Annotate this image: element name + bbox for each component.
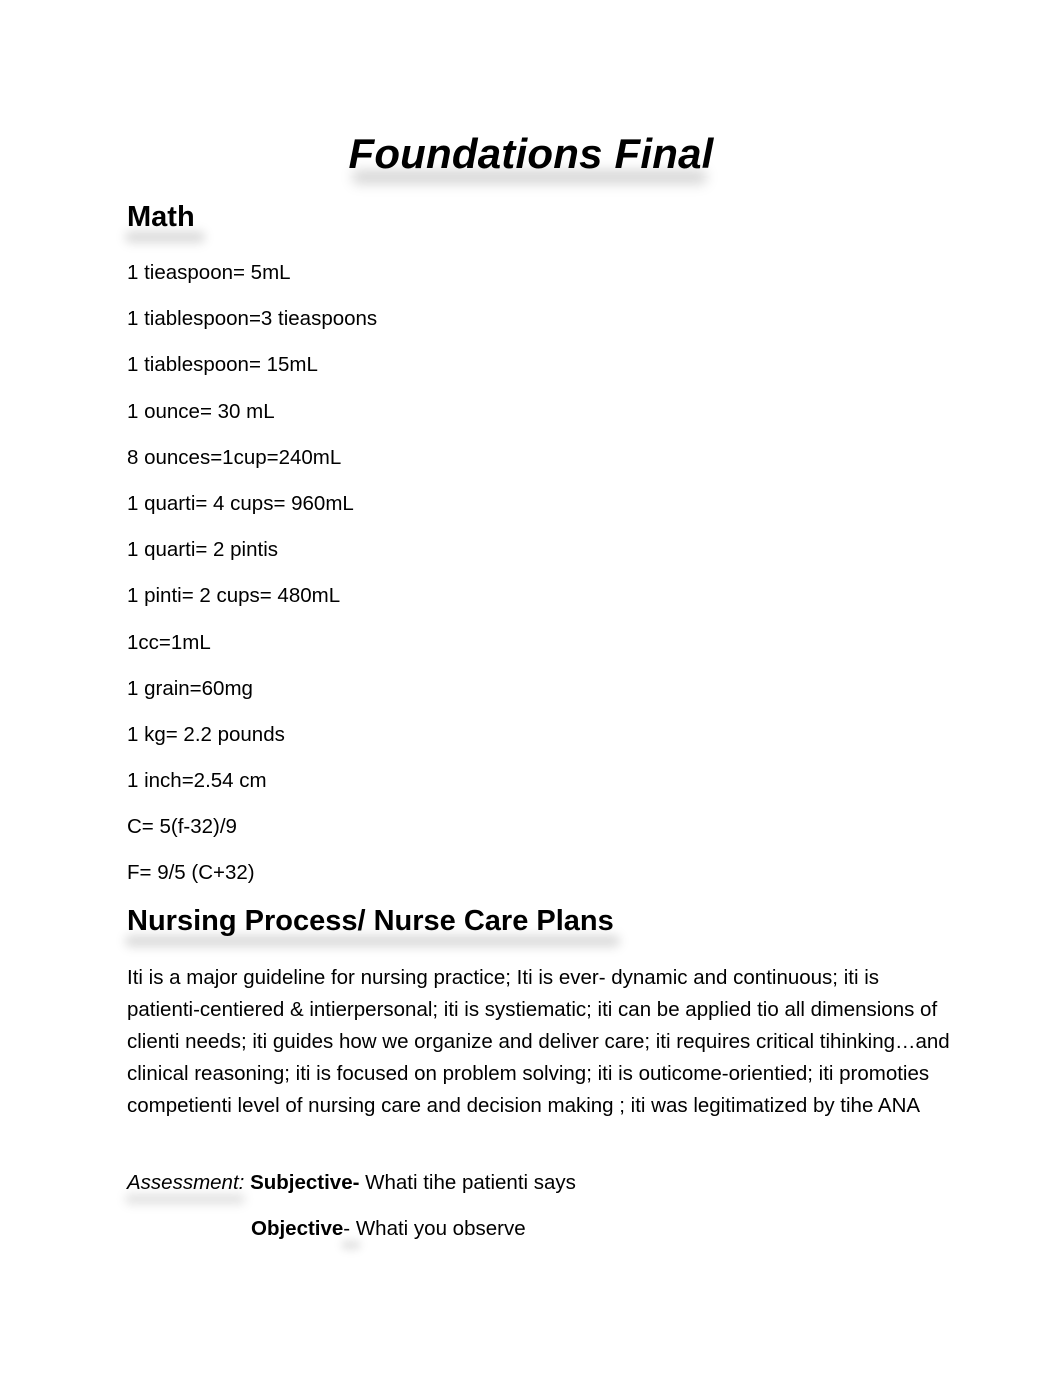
list-item: C= 5(f-32)/9 bbox=[127, 815, 237, 839]
subjective-text: Whati tihe patienti says bbox=[359, 1171, 576, 1194]
assessment-label: Assessment: bbox=[127, 1171, 245, 1194]
math-heading: Math bbox=[125, 199, 205, 243]
subjective-label: Subjective- bbox=[250, 1171, 360, 1194]
document-title: Foundations Final bbox=[0, 126, 1062, 184]
assessment-shadow bbox=[125, 1194, 245, 1204]
nursing-process-heading: Nursing Process/ Nurse Care Plans bbox=[125, 903, 620, 947]
list-item: 1 quarti= 2 pintis bbox=[127, 538, 278, 562]
nursing-process-paragraph: Iti is a major guideline for nursing pra… bbox=[127, 966, 950, 1117]
document-title-text: Foundations Final bbox=[348, 130, 714, 177]
assessment-objective-line: Objective- Whati you observe bbox=[251, 1214, 526, 1250]
list-item: 1cc=1mL bbox=[127, 630, 211, 654]
list-item: 1 quarti= 4 cups= 960mL bbox=[127, 491, 354, 515]
nursing-process-heading-text: Nursing Process/ Nurse Care Plans bbox=[127, 905, 614, 937]
list-item: 1 kg= 2.2 pounds bbox=[127, 722, 285, 746]
list-item: F= 9/5 (C+32) bbox=[127, 861, 255, 885]
list-item: 1 inch=2.54 cm bbox=[127, 769, 267, 793]
objective-shadow bbox=[341, 1240, 361, 1250]
math-heading-text: Math bbox=[127, 201, 195, 233]
list-item: 1 tiablespoon=3 tieaspoons bbox=[127, 307, 378, 331]
objective-text: - Whati you observe bbox=[343, 1217, 526, 1240]
document-page: Foundations Final Math 1 tieaspoon= 5mL … bbox=[0, 0, 1062, 1377]
math-conversion-list: 1 tieaspoon= 5mL 1 tiablespoon=3 tieaspo… bbox=[127, 258, 377, 905]
list-item: 1 grain=60mg bbox=[127, 676, 253, 700]
list-item: 1 tiablespoon= 15mL bbox=[127, 353, 318, 377]
assessment-subjective-line: Assessment: Subjective- Whati tihe patie… bbox=[125, 1168, 576, 1204]
list-item: 8 ounces=1cup=240mL bbox=[127, 445, 342, 469]
list-item: 1 ounce= 30 mL bbox=[127, 399, 275, 423]
list-item: 1 tieaspoon= 5mL bbox=[127, 261, 291, 284]
objective-label: Objective bbox=[251, 1217, 344, 1240]
list-item: 1 pinti= 2 cups= 480mL bbox=[127, 584, 341, 608]
